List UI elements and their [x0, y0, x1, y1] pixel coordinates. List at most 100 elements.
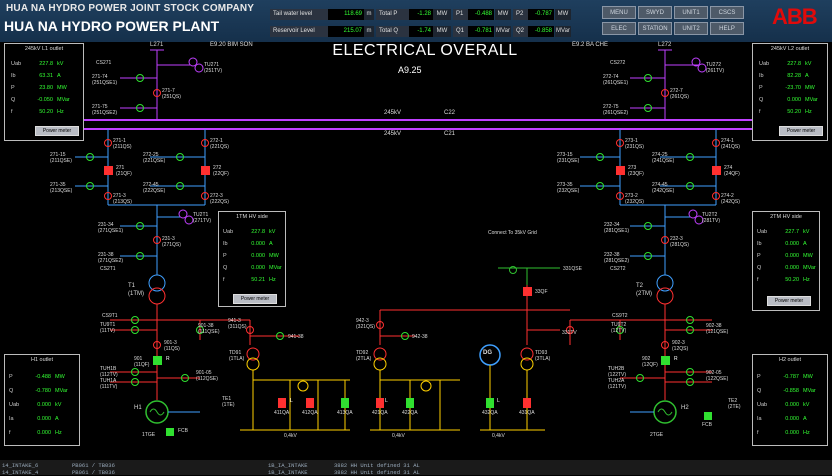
- panel-title: H2 outlet: [778, 357, 801, 363]
- label-t2: T2 (2TM): [636, 283, 652, 297]
- label-902: 902 (12QF): [642, 356, 658, 368]
- power-meter-button[interactable]: Power meter: [35, 126, 79, 136]
- label-902-05: 902-05 (122QSE): [706, 370, 729, 382]
- label-901: 901 (11QF): [134, 356, 150, 368]
- label-271: 271 (21QF): [116, 165, 132, 177]
- label-432qa: 432QA: [482, 410, 498, 416]
- label-tu9t2: TU9T2 (12TV): [611, 322, 627, 334]
- breaker-902: [661, 356, 670, 365]
- label-cs2t1: CS2T1: [100, 266, 116, 272]
- label-bus-04kv-a: 0,4kV: [284, 433, 297, 439]
- breaker-33qf: [523, 287, 532, 296]
- label-272-1: 272-1 (221QS): [210, 138, 229, 150]
- power-meter-button[interactable]: Power meter: [779, 126, 823, 136]
- panel-title: 2TM HV side: [770, 214, 802, 220]
- label-1tge: 1TGE: [142, 432, 156, 438]
- label-902-38: 902-38 (121QSE): [706, 323, 729, 335]
- label-tuh2a: TUH2A (121TV): [608, 378, 627, 390]
- label-274: 274 (24QF): [724, 165, 740, 177]
- label-274-45: 274-45 (242QSE): [652, 182, 675, 194]
- label-232-34: 232-34 (281QSE1): [604, 222, 630, 234]
- label-273-1: 273-1 (231QS): [625, 138, 644, 150]
- status-item: 3882 HH Unit defined 31 AL: [334, 462, 420, 469]
- panel-title: 1TM HV side: [236, 214, 268, 220]
- label-273-35: 273-35 (232QSE): [557, 182, 580, 194]
- label-fcb-2: FCB: [702, 422, 712, 428]
- label-232-3: 232-3 (281QS): [670, 236, 689, 248]
- panel-h2-outlet: H2 outlet P -0.787 MW Q -0.858 MVar Uab 0.000…: [752, 354, 828, 446]
- breaker-901: [153, 356, 162, 365]
- label-cs9t2: CS9T2: [612, 313, 628, 319]
- label-271-1: 271-1 (211QS): [113, 138, 132, 150]
- label-td92: TD92 (2TLA): [356, 350, 372, 362]
- busbar-c21-kv: 245kV: [384, 131, 402, 137]
- panel-245kv-l2: 245kV L2 outlet Uab 227.8 kV Ib 82.28 A P -23…: [752, 43, 828, 141]
- label-cs271: CS271: [96, 60, 112, 66]
- label-l-2: L: [385, 398, 388, 404]
- label-h1: H1: [134, 405, 142, 411]
- label-33qf: 33QF: [535, 289, 548, 295]
- status-item: 1B_IA_INTAKE: [268, 462, 308, 469]
- label-35kv-grid: Connect To 35kV Grid: [488, 230, 537, 236]
- label-tu272: TU272 (261TV): [706, 62, 725, 74]
- label-272-75: 272-75 (261QSE2): [603, 104, 629, 116]
- label-td93: TD93 (3TLA): [535, 350, 551, 362]
- label-271-3: 271-3 (213QS): [113, 193, 132, 205]
- label-412qa: 412QA: [302, 410, 318, 416]
- label-271-7: 271-7 (251QS): [162, 88, 181, 100]
- panel-245kv-l1: 245kV L1 outlet Uab 227.8 kV Ib 63.31 A P 23.…: [4, 43, 84, 141]
- label-te2: TE2 (2TE): [728, 398, 741, 410]
- breaker-273: [616, 166, 625, 175]
- label-tu271: TU271 (251TV): [204, 62, 223, 74]
- label-431qa: 431QA: [519, 410, 535, 416]
- label-dg: DG: [483, 350, 492, 356]
- label-272-74: 272-74 (261QSE1): [603, 74, 629, 86]
- alarm-status-bar[interactable]: 14_INTAKE_6 PB061 / TB036 1B_IA_INTAKE 3…: [0, 460, 832, 476]
- breaker-272: [201, 166, 210, 175]
- label-cs272: CS272: [610, 60, 626, 66]
- panel-1tm-hv: 1TM HV side Uab 227.8 kV Ib 0.000 A P 0.000 MW…: [218, 211, 286, 307]
- label-272-7: 272-7 (261QS): [670, 88, 689, 100]
- transformer-t1-hv: [148, 274, 166, 292]
- line-l271-label: L271: [150, 42, 164, 48]
- label-271-15: 271-15 (211QSE): [50, 152, 72, 164]
- label-411qa: 411QA: [274, 410, 290, 416]
- label-272: 272 (22QF): [213, 165, 229, 177]
- power-meter-button[interactable]: Power meter: [767, 296, 811, 306]
- line-l272-label: L272: [658, 42, 672, 48]
- breaker-271: [104, 166, 113, 175]
- panel-title: 245kV L2 outlet: [770, 46, 810, 52]
- feeder-right-name: E9.2 BA CHE: [572, 42, 609, 48]
- label-271-74: 271-74 (251QSE1): [92, 74, 118, 86]
- label-271-35: 271-35 (213QSE): [50, 182, 73, 194]
- label-tuh2b: TUH2B (122TV): [608, 366, 627, 378]
- label-231-3: 231-3 (271QS): [162, 236, 181, 248]
- label-r-2: R: [674, 356, 678, 362]
- label-271-75: 271-75 (251QSE2): [92, 104, 118, 116]
- label-231-38: 231-38 (271QSE2): [98, 252, 124, 264]
- transformer-t2-lv: [656, 287, 674, 305]
- label-901-38: 901-38 (111QSE): [198, 323, 220, 335]
- label-272-25: 272-25 (221QSE): [143, 152, 166, 164]
- label-901-05: 901-05 (112QSE): [196, 370, 218, 382]
- label-tuh1a: TUH1A (111TV): [100, 378, 118, 390]
- label-231-34: 231-34 (271QSE1): [98, 222, 124, 234]
- label-bus-04kv-c: 0,4kV: [492, 433, 505, 439]
- power-meter-button[interactable]: Power meter: [233, 294, 277, 304]
- label-cs2t2: CS2T2: [610, 266, 626, 272]
- busbar-c22-kv: 245kV: [384, 110, 402, 116]
- transformer-t2-hv: [656, 274, 674, 292]
- label-tu9t1: TU9T1 (11TV): [100, 322, 116, 334]
- label-l-3: L: [497, 398, 500, 404]
- label-h2: H2: [681, 405, 689, 411]
- label-331tv: 331TV: [562, 330, 577, 336]
- panel-title: 245kV L1 outlet: [24, 46, 64, 52]
- breaker-274: [712, 166, 721, 175]
- busbar-c22-name: C22: [444, 110, 456, 116]
- label-fcb-1: FCB: [178, 428, 188, 434]
- label-t1: T1 (1TM): [128, 283, 144, 297]
- label-902-3: 902-3 (12QS): [672, 340, 689, 352]
- label-274-2: 274-2 (242QS): [721, 193, 740, 205]
- label-bus-04kv-b: 0,4kV: [392, 433, 405, 439]
- label-901-3: 901-3 (11QS): [164, 340, 180, 352]
